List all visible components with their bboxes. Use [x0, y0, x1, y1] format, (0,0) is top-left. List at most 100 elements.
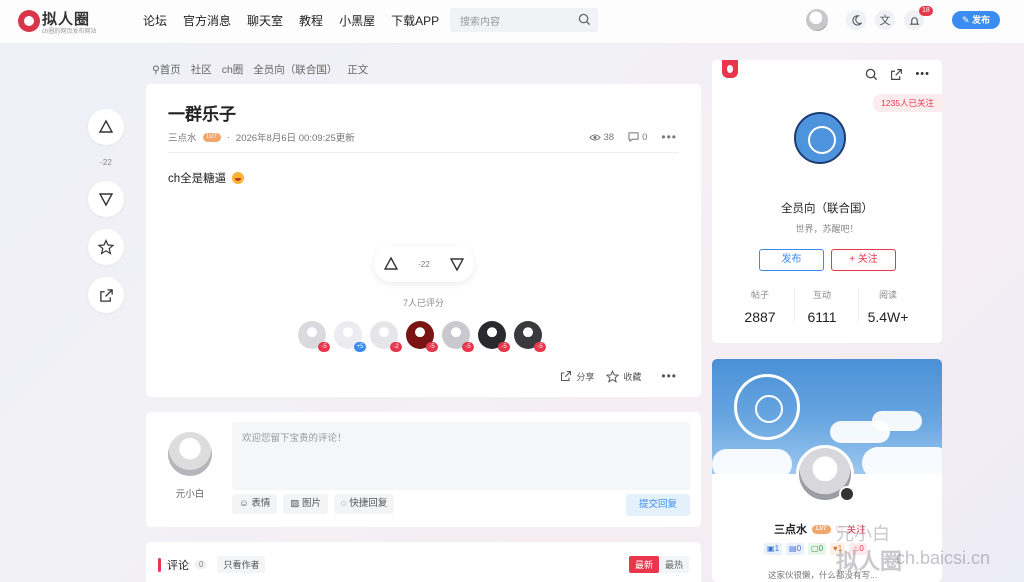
stat-reads-value: 5.4W+	[867, 309, 909, 325]
vote-score: -22	[418, 259, 430, 269]
submit-reply-button[interactable]: 提交回复	[626, 494, 690, 516]
comments-section: 评论 0 只看作者 最新 最热	[146, 542, 701, 582]
nav-official[interactable]: 官方消息	[183, 12, 231, 29]
more-options-icon[interactable]: •••	[661, 130, 677, 144]
rater-avatar[interactable]: -5	[298, 321, 330, 352]
rater-avatar[interactable]: -5	[442, 321, 474, 352]
post-author[interactable]: 三点水	[168, 130, 197, 144]
comments-stat: 0	[628, 132, 647, 143]
breadcrumb-group[interactable]: 全员向（联合国）	[253, 62, 337, 77]
comments-header: 评论 0 只看作者	[158, 556, 266, 573]
image-icon: ▨	[290, 498, 302, 509]
share-action[interactable]: 分享	[560, 370, 594, 383]
nav-forum[interactable]: 论坛	[143, 12, 167, 29]
views-count: 38	[603, 131, 615, 143]
rater-avatar[interactable]: +5	[334, 321, 366, 352]
tag-replies-value: 0	[818, 544, 824, 553]
tag-posts: ▤0	[786, 543, 805, 555]
downvote-button[interactable]	[88, 181, 124, 217]
rater-avatar[interactable]: -5	[406, 321, 438, 352]
nav-chatroom[interactable]: 聊天室	[247, 12, 283, 29]
upvote-button[interactable]	[88, 109, 124, 145]
rater-score-badge: -2	[390, 342, 402, 352]
main-nav: 论坛 官方消息 聊天室 教程 小黑屋 下载APP	[143, 12, 439, 29]
share-button[interactable]	[88, 277, 124, 313]
comment-input[interactable]: 欢迎您留下宝贵的评论！	[232, 422, 690, 490]
tag-comments-value: 1	[774, 544, 780, 553]
share-icon	[561, 370, 572, 382]
community-logo	[794, 112, 846, 164]
level-badge: LV7	[202, 132, 221, 142]
eye-icon	[588, 133, 601, 141]
publish-button[interactable]: ✎ 发布	[952, 11, 1000, 29]
commenter-avatar[interactable]	[168, 432, 212, 476]
more-icon[interactable]: •••	[915, 68, 930, 81]
logo-subtitle: ch圈的网页发布网站	[42, 29, 97, 35]
vote-down-icon[interactable]	[449, 256, 465, 272]
pencil-icon: ✎	[961, 15, 973, 25]
community-publish-button[interactable]: 发布	[759, 249, 824, 271]
search-icon[interactable]	[578, 13, 591, 26]
fire-icon	[722, 60, 738, 78]
rater-score-badge: -5	[426, 342, 438, 352]
section-accent-bar	[158, 557, 161, 572]
sort-newest[interactable]: 最新	[628, 556, 659, 573]
stat-reads: 阅读 5.4W+	[858, 288, 918, 325]
site-logo[interactable]: 拟人圈 ch圈的网页发布网站	[18, 8, 128, 36]
cloud-shape	[712, 449, 792, 474]
stat-reads-label: 阅读	[878, 290, 897, 300]
author-name[interactable]: 三点水	[774, 521, 807, 537]
image-button[interactable]: ▨ 图片	[283, 494, 328, 514]
post-meta: 三点水 LV7 · 2026年8月6日 00:09:25更新	[168, 130, 355, 145]
post-actions: 分享 收藏 •••	[560, 369, 677, 383]
favorite-button[interactable]	[88, 229, 124, 265]
quick-reply-button[interactable]: ◌ 快捷回复	[334, 494, 395, 514]
notification-count-badge: 18	[919, 6, 933, 16]
quick-reply-label: 快捷回复	[349, 498, 388, 509]
triangle-down-icon	[98, 193, 114, 207]
community-follow-button[interactable]: + 关注	[831, 249, 896, 271]
breadcrumb-circle[interactable]: ch圈	[222, 62, 244, 77]
location-pin-icon: ⚲	[152, 64, 160, 76]
dark-mode-icon[interactable]	[846, 10, 866, 30]
nav-blackroom[interactable]: 小黑屋	[339, 12, 375, 29]
watermark-user: 元小白	[836, 524, 890, 544]
post-title: 一群乐子	[168, 105, 236, 124]
rater-avatar[interactable]: -2	[370, 321, 402, 352]
rater-avatar[interactable]: -5	[478, 321, 510, 352]
share-label: 分享	[576, 371, 595, 382]
rater-score-badge: -5	[498, 342, 510, 352]
translate-icon[interactable]: 文	[875, 10, 895, 30]
nav-download-app[interactable]: 下载APP	[391, 12, 439, 29]
search-icon[interactable]	[865, 68, 878, 81]
sort-hottest[interactable]: 最热	[658, 556, 689, 573]
more-actions-icon[interactable]: •••	[661, 369, 677, 383]
follower-count-badge: 1235人已关注	[873, 94, 942, 112]
post-body: ch全是糖逼	[168, 173, 227, 185]
rated-count: 7人已评分	[402, 298, 444, 308]
community-toolbar: •••	[865, 68, 930, 81]
emoji-button[interactable]: ☺ 表情	[232, 494, 278, 514]
rater-avatar[interactable]: -5	[514, 321, 546, 352]
publish-label: 发布	[972, 15, 991, 25]
star-icon	[98, 239, 114, 255]
ban-icon	[839, 486, 855, 502]
user-avatar[interactable]	[806, 9, 828, 31]
collect-action[interactable]: 收藏	[606, 369, 642, 383]
sort-tabs: 最新 最热	[628, 556, 689, 573]
top-bar: 拟人圈 ch圈的网页发布网站 论坛 官方消息 聊天室 教程 小黑屋 下载APP …	[0, 0, 1024, 44]
comments-title: 评论	[167, 559, 189, 572]
author-only-toggle[interactable]: 只看作者	[217, 556, 266, 573]
tag-comments: ▣1	[764, 543, 783, 555]
nav-tutorial[interactable]: 教程	[299, 12, 323, 29]
breadcrumb-community[interactable]: 社区	[191, 62, 212, 77]
comment-form: 元小白 欢迎您留下宝贵的评论！ ☺ 表情 ▨ 图片 ◌ 快捷回复 提交回复	[146, 412, 701, 527]
edit-icon[interactable]	[890, 68, 903, 81]
collect-label: 收藏	[623, 371, 642, 382]
vote-up-icon[interactable]	[383, 256, 399, 272]
author-avatar[interactable]	[796, 445, 855, 503]
search-input[interactable]: 搜索内容	[450, 8, 598, 32]
breadcrumb-home[interactable]: ⚲首页	[152, 62, 181, 77]
stat-interactions-value: 6111	[807, 309, 837, 325]
breadcrumb-current: 正文	[347, 64, 369, 76]
